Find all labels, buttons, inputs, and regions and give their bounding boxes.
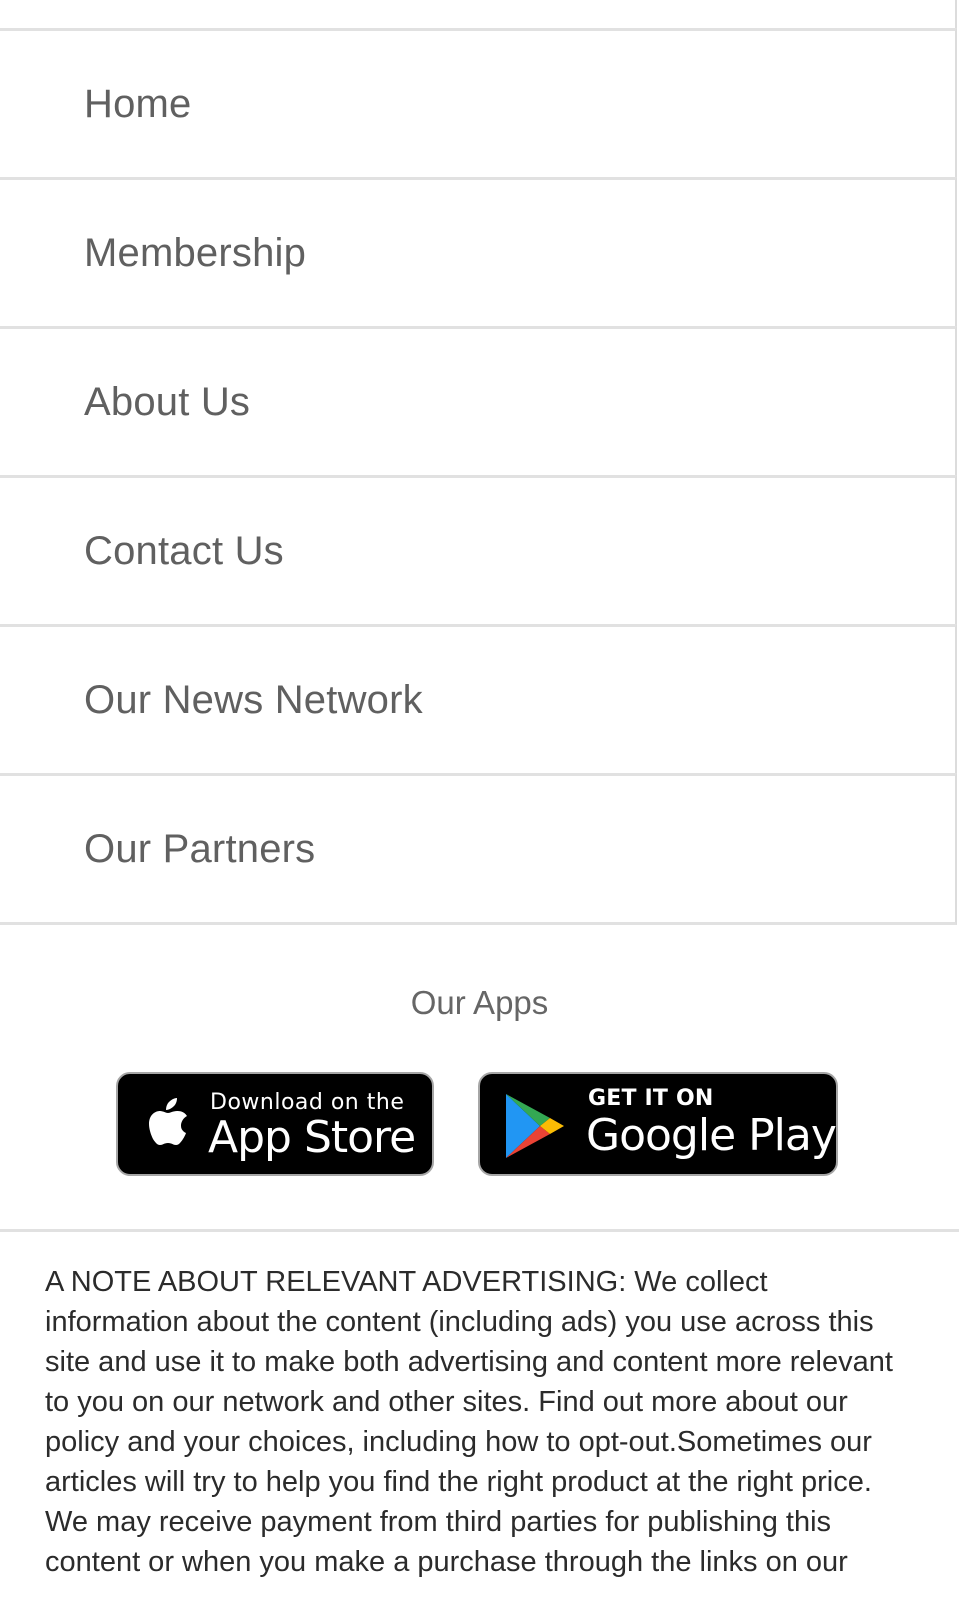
- nav-item-membership[interactable]: Membership: [0, 177, 957, 326]
- nav-item-label: Our Partners: [84, 826, 316, 871]
- play-icon: [504, 1092, 568, 1165]
- app-store-big-text: App Store: [208, 1112, 416, 1163]
- top-strip: [0, 0, 957, 28]
- nav-item-our-news-network[interactable]: Our News Network: [0, 624, 957, 773]
- advertising-note: A NOTE ABOUT RELEVANT ADVERTISING: We co…: [45, 1266, 893, 1578]
- apps-title: Our Apps: [410, 984, 549, 1021]
- nav-item-our-partners[interactable]: Our Partners: [0, 773, 957, 925]
- nav-item-label: Contact Us: [84, 528, 284, 573]
- apps-section: Our Apps Download on the App Store GET I…: [0, 940, 959, 1232]
- nav-item-label: Membership: [84, 230, 307, 275]
- app-store-badge[interactable]: Download on the App Store: [116, 1072, 434, 1176]
- google-play-badge[interactable]: GET IT ON Google Play: [478, 1072, 838, 1176]
- nav-item-label: About Us: [84, 379, 251, 424]
- apple-icon: [140, 1094, 190, 1159]
- mobile-nav-menu: Home Membership About Us Contact Us Our …: [0, 28, 959, 925]
- nav-item-about-us[interactable]: About Us: [0, 326, 957, 475]
- nav-item-label: Home: [84, 81, 192, 126]
- nav-item-contact-us[interactable]: Contact Us: [0, 475, 957, 624]
- nav-item-home[interactable]: Home: [0, 28, 957, 177]
- google-play-big-text: Google Play: [586, 1110, 837, 1161]
- nav-item-label: Our News Network: [84, 677, 423, 722]
- google-play-small-text: GET IT ON: [588, 1086, 714, 1111]
